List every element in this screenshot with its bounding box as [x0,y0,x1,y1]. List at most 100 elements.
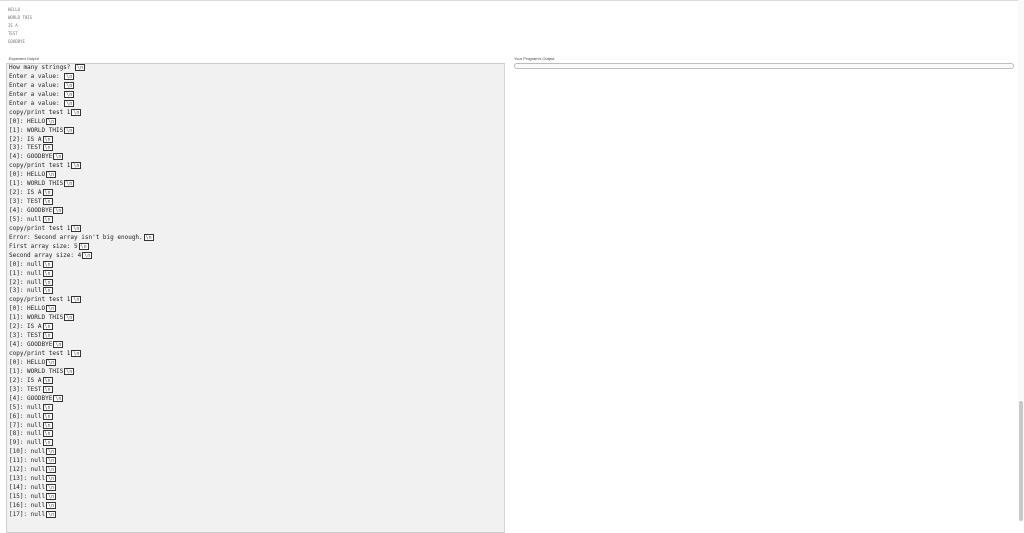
newline-marker: \n [42,385,53,393]
output-line-text: [2]: IS A [9,189,42,197]
output-line-text: copy/print test 1 [9,162,71,170]
newline-marker: \n [42,323,53,331]
output-line: [10]: null \n [7,448,504,457]
output-line-text: [5]: null [9,215,42,223]
output-line-text: [1]: WORLD THIS [9,180,64,188]
output-line-text: [4]: GOODBYE [9,153,53,161]
newline-marker: \n [46,510,57,518]
output-line-text: [3]: TEST [9,144,42,152]
output-line-text: copy/print test 1 [9,350,71,357]
newline-marker: \n [71,296,82,304]
newline-marker: \n [71,162,82,170]
newline-marker: \n [46,171,57,179]
output-line-text: [2]: IS A [9,135,42,143]
output-line: [2]: IS A \n [7,189,504,198]
output-line-text: [3]: null [9,287,42,295]
output-line: Error: Second array isn't big enough. \n [7,233,504,243]
newline-marker: \n [64,367,75,375]
input-line: GOODBYE [8,39,25,44]
output-line: [3]: TEST \n [7,144,504,153]
newline-marker: \n [53,153,64,161]
newline-marker: \n [64,90,75,98]
newline-marker: \n [46,305,57,313]
newline-marker: \n [42,215,53,223]
output-line-text: [8]: null [9,430,42,438]
output-line-text: [11]: null [9,457,46,465]
newline-marker: \n [42,278,53,286]
newline-marker: \n [53,394,64,402]
output-line: [14]: null \n [7,484,504,493]
output-line-text: Error: Second array isn't big enough. [9,233,143,241]
output-line: [0]: null \n [7,260,504,270]
output-line: [1]: null \n [7,269,504,279]
output-line: [16]: null \n [7,501,504,511]
newline-marker: \n [42,403,53,411]
newline-marker: \n [42,287,53,295]
newline-marker: \n [64,314,75,322]
newline-marker: \n [75,64,86,71]
output-line: First array size: 5 \n [7,242,504,252]
input-line: TEST [8,31,18,36]
output-line: copy/print test 1 \n [7,162,504,171]
output-line-text: [1]: WORLD THIS [9,126,64,134]
output-line: [4]: GOODBYE \n [7,394,504,404]
output-line: [2]: IS A \n [7,135,504,145]
output-line: [1]: WORLD THIS \n [7,126,504,136]
output-line: [1]: WORLD THIS \n [7,314,504,323]
output-line: [11]: null \n [7,457,504,466]
newline-marker: \n [82,251,93,259]
output-line: [3]: TEST \n [7,332,504,341]
program-input-lines: HELLO WORLD THIS IS A TEST GOODBYE [8,6,32,46]
output-line: [1]: WORLD THIS \n [7,180,504,189]
newline-marker: \n [71,108,82,116]
output-line: [5]: null \n [7,215,504,225]
newline-marker: \n [46,493,57,500]
newline-marker: \n [46,484,57,492]
output-line-text: copy/print test 1 [9,224,71,232]
output-line-text: [1]: null [9,269,42,277]
newline-marker: \n [42,430,53,438]
newline-marker: \n [42,135,53,143]
output-line: [15]: null \n [7,493,504,502]
output-line-text: [4]: GOODBYE [9,207,53,214]
output-line: copy/print test 1 \n [7,224,504,234]
your-output-panel [514,63,1014,69]
output-line: [17]: null \n [7,510,504,520]
newline-marker: \n [46,117,57,125]
output-line: Enter a value: \n [7,90,504,100]
newline-marker: \n [64,72,75,80]
output-line-text: [9]: null [9,439,42,447]
newline-marker: \n [78,242,89,250]
expected-output-title: Expected Output [9,56,39,61]
output-line-text: [12]: null [9,466,46,474]
top-divider [0,0,1024,1]
newline-marker: \n [42,421,53,429]
newline-marker: \n [46,457,57,465]
input-line: IS A [8,23,18,28]
output-line-text: Second array size: 4 [9,251,82,259]
output-line-text: [3]: TEST [9,332,42,340]
output-line-text: Enter a value: [9,90,64,98]
output-line: [5]: null \n [7,403,504,413]
newline-marker: \n [42,439,53,447]
newline-marker: \n [71,350,82,357]
output-line: How many strings? \n [7,64,504,73]
output-line-text: [0]: HELLO [9,305,46,313]
output-line: copy/print test 1 \n [7,108,504,118]
output-line: [13]: null \n [7,475,504,484]
output-line-text: copy/print test 1 [9,108,71,116]
output-line-text: [17]: null [9,510,46,518]
newline-marker: \n [46,448,57,456]
output-line: [7]: null \n [7,421,504,431]
page-scrollbar-thumb[interactable] [1019,401,1023,521]
newline-marker: \n [64,81,75,89]
output-line-text: [3]: TEST [9,198,42,206]
newline-marker: \n [42,260,53,268]
expected-output-panel[interactable]: How many strings? \n Enter a value: \n Ent… [6,63,505,533]
output-line-text: [16]: null [9,501,46,509]
output-line: [8]: null \n [7,430,504,439]
output-line-text: [0]: null [9,260,42,268]
output-line: [2]: IS A \n [7,323,504,332]
output-line-text: Enter a value: [9,72,64,80]
output-line: copy/print test 1 \n [7,350,504,359]
